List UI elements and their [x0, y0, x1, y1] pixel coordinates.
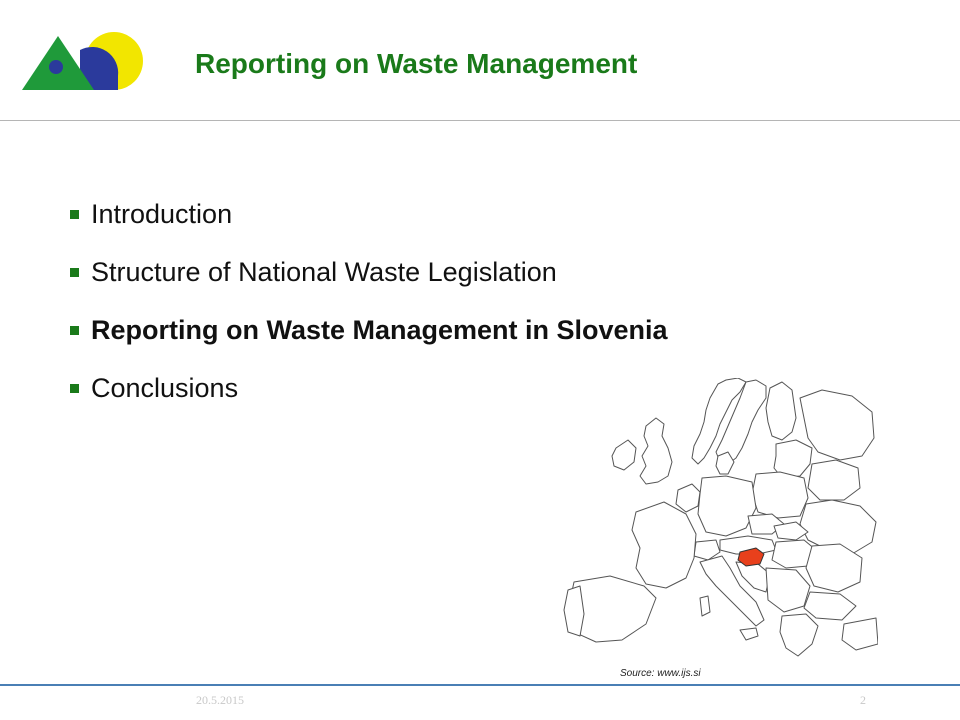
- map-great-britain: [639, 417, 673, 485]
- agenda-item-reporting: Reporting on Waste Management in Sloveni…: [70, 301, 668, 359]
- agenda-item-label: Structure of National Waste Legislation: [91, 256, 557, 287]
- map-greece: [779, 613, 819, 657]
- map-portugal: [563, 585, 585, 637]
- bullet-square-icon: [70, 209, 79, 219]
- bullet-square-icon: [70, 325, 79, 335]
- map-finland: [765, 381, 797, 441]
- map-germany: [697, 475, 757, 537]
- logo-dot: [49, 60, 63, 74]
- footer-date: 20.5.2015: [196, 693, 244, 707]
- slide: Reporting on Waste Management Introducti…: [0, 0, 960, 720]
- page-number: 2: [860, 693, 866, 707]
- map-bosnia-serbia: [765, 567, 811, 613]
- map-france: [631, 501, 697, 589]
- agenda-item-label: Introduction: [91, 198, 233, 229]
- agenda-item-label: Reporting on Waste Management in Sloveni…: [91, 314, 668, 345]
- agenda-item-introduction: Introduction: [70, 185, 668, 243]
- map-benelux: [675, 483, 701, 513]
- page-title: Reporting on Waste Management: [195, 48, 638, 79]
- map-sicily: [739, 627, 759, 641]
- map-source-caption: Source: www.ijs.si: [620, 668, 701, 679]
- map-bulgaria: [803, 591, 857, 621]
- map-ireland: [611, 439, 637, 471]
- bullet-square-icon: [70, 383, 79, 393]
- header-divider: [0, 120, 960, 121]
- footer-divider: [0, 684, 960, 686]
- bullet-square-icon: [70, 267, 79, 277]
- europe-map: [563, 378, 878, 657]
- map-poland: [751, 471, 809, 519]
- logo-icon: [22, 32, 143, 90]
- agenda-item-label: Conclusions: [91, 372, 239, 403]
- map-turkey: [841, 617, 878, 651]
- agenda-item-legislation: Structure of National Waste Legislation: [70, 243, 668, 301]
- map-switzerland: [693, 539, 721, 561]
- map-sardinia: [699, 595, 711, 617]
- map-belarus: [807, 459, 861, 501]
